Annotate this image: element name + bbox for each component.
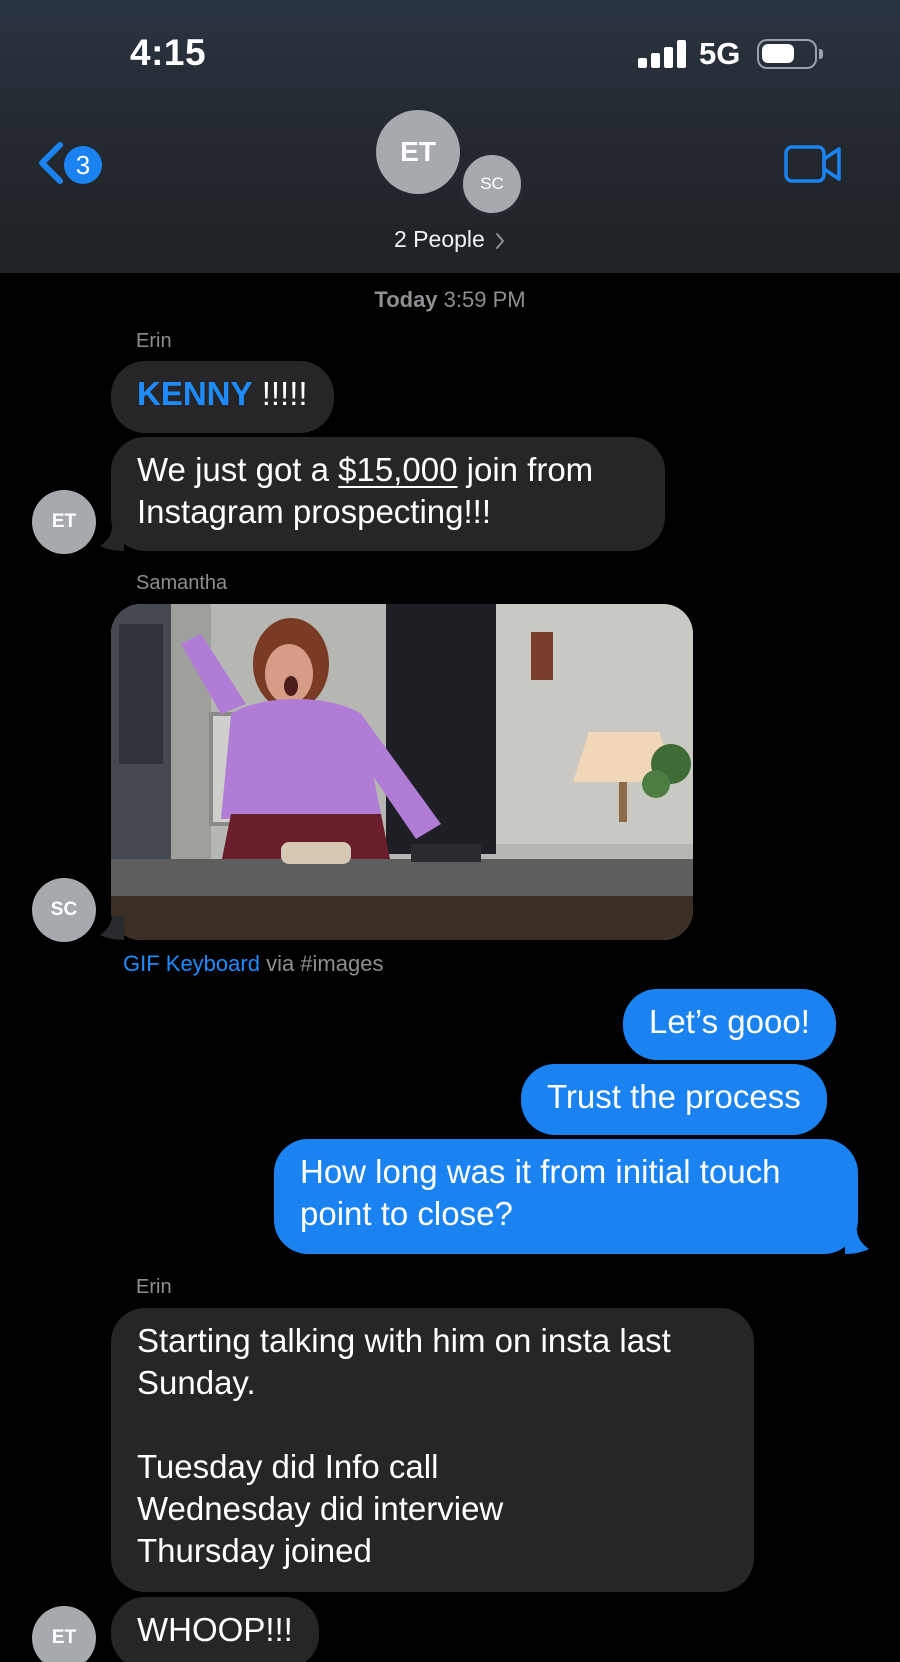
gif-caption-text: via #images [259,951,384,976]
message-text: WHOOP!!! [137,1611,293,1648]
bubble-tail [845,1230,869,1254]
message-line: Thursday joined [137,1532,372,1569]
message-text: Instagram prospecting!!! [137,493,492,530]
gif-caption: GIF Keyboard via #images [123,951,383,977]
message-text: How long was it from initial touch [300,1153,781,1190]
gif-keyboard-link[interactable]: GIF Keyboard [123,951,260,976]
avatar[interactable]: ET [32,1606,96,1662]
avatar[interactable]: SC [32,878,96,942]
chevron-right-icon [496,233,504,249]
chevron-left-icon[interactable] [34,140,68,186]
signal-bars-icon [638,40,686,68]
timestamp-time: 3:59 PM [443,287,526,312]
unread-count-badge[interactable]: 3 [64,146,102,184]
message-line: Sunday. [137,1364,256,1401]
sender-name: Erin [136,1276,172,1298]
mention[interactable]: KENNY [137,375,253,412]
gif-image[interactable] [111,604,693,940]
message-bubble-outgoing[interactable]: How long was it from initial touch point… [274,1139,858,1254]
network-type: 5G [699,36,741,71]
message-text: Trust the process [547,1078,801,1115]
message-text: join from [457,451,594,488]
message-bubble-incoming[interactable]: WHOOP!!! [111,1597,319,1662]
message-text: Let’s gooo! [649,1003,810,1040]
message-line [137,1404,728,1446]
avatar[interactable]: ET [376,110,460,194]
message-line: Wednesday did interview [137,1490,504,1527]
video-camera-icon[interactable] [784,144,842,184]
currency-amount-link[interactable]: $15,000 [338,451,457,488]
timestamp-day: Today [374,287,438,312]
bubble-tail [100,916,124,940]
message-bubble-outgoing[interactable]: Let’s gooo! [623,989,836,1060]
message-text: We just got a [137,451,339,488]
avatar[interactable]: SC [460,152,524,216]
message-bubble-incoming[interactable]: KENNY !!!!! [111,361,334,433]
conversation-timestamp: Today 3:59 PM [0,287,900,313]
group-people-label[interactable]: 2 People [394,226,485,253]
message-text: !!!!! [252,375,308,412]
bubble-tail [100,527,124,551]
message-line: Starting talking with him on insta last [137,1322,671,1359]
message-bubble-incoming[interactable]: We just got a $15,000 join from Instagra… [111,437,665,551]
sender-name: Erin [136,330,172,352]
message-line: Tuesday did Info call [137,1448,439,1485]
avatar[interactable]: ET [32,490,96,554]
battery-cap [819,49,823,59]
conversation-header: 4:15 5G 3 ET SC 2 People [0,0,900,273]
sender-name: Samantha [136,572,228,594]
message-bubble-outgoing[interactable]: Trust the process [521,1064,827,1135]
message-text: point to close? [300,1195,513,1232]
status-time: 4:15 [130,32,207,73]
message-bubble-incoming[interactable]: Starting talking with him on insta last … [111,1308,754,1592]
battery-icon [757,39,817,69]
